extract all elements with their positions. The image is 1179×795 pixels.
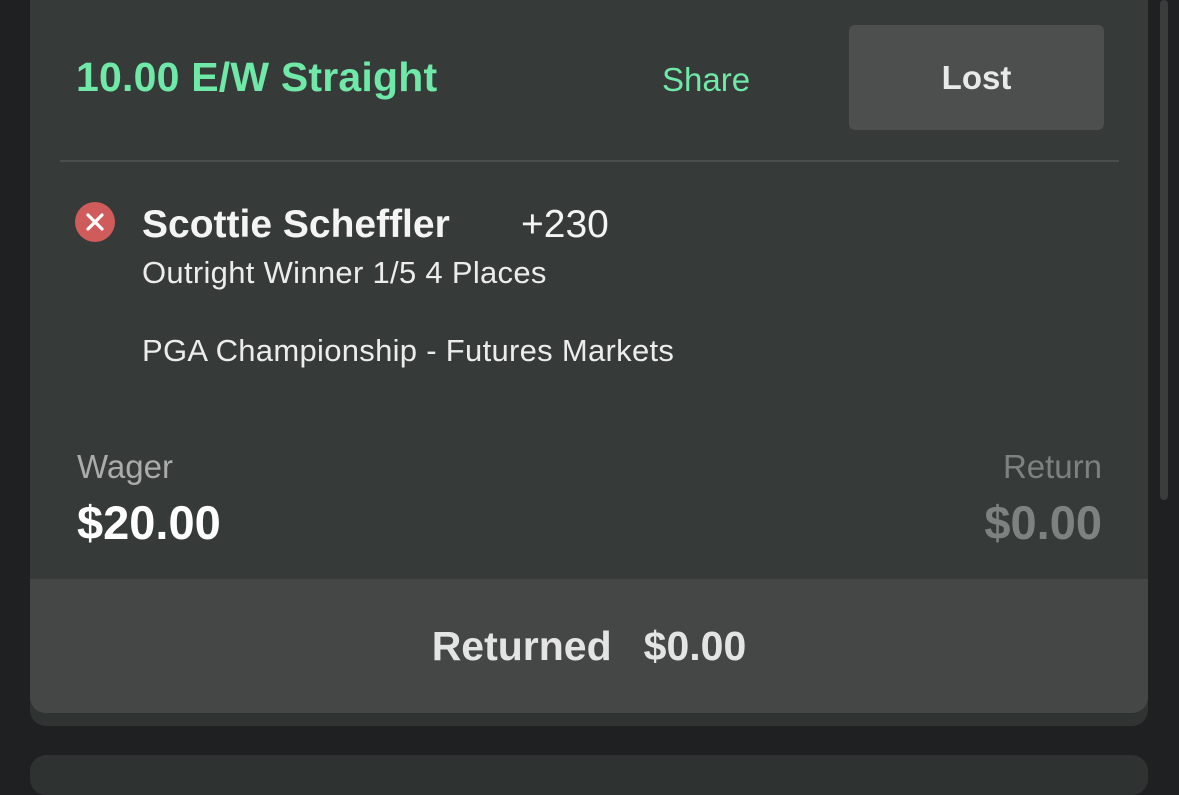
- returned-label: Returned: [431, 622, 612, 669]
- bet-status-badge: Lost: [849, 25, 1104, 130]
- return-label: Return: [1002, 448, 1102, 485]
- divider: [60, 160, 1119, 162]
- scrollbar[interactable]: [1160, 0, 1168, 500]
- selection-odds: +230: [521, 203, 609, 246]
- bet-card: 10.00 E/W Straight Share Lost Scottie Sc…: [30, 0, 1148, 726]
- bet-title: 10.00 E/W Straight: [76, 54, 438, 100]
- selection-name: Scottie Scheffler: [142, 203, 450, 246]
- share-button[interactable]: Share: [662, 61, 750, 99]
- x-circle-icon: [75, 202, 115, 242]
- wager-amount: $20.00: [77, 496, 221, 549]
- returned-amount: $0.00: [643, 622, 747, 669]
- wager-label: Wager: [77, 448, 173, 485]
- next-bet-card[interactable]: [30, 755, 1148, 795]
- market-description: Outright Winner 1/5 4 Places: [142, 255, 547, 290]
- returned-footer: Returned $0.00: [30, 579, 1148, 713]
- return-amount: $0.00: [984, 496, 1102, 549]
- bet-card-body: 10.00 E/W Straight Share Lost Scottie Sc…: [30, 0, 1148, 713]
- event-name: PGA Championship - Futures Markets: [142, 333, 675, 368]
